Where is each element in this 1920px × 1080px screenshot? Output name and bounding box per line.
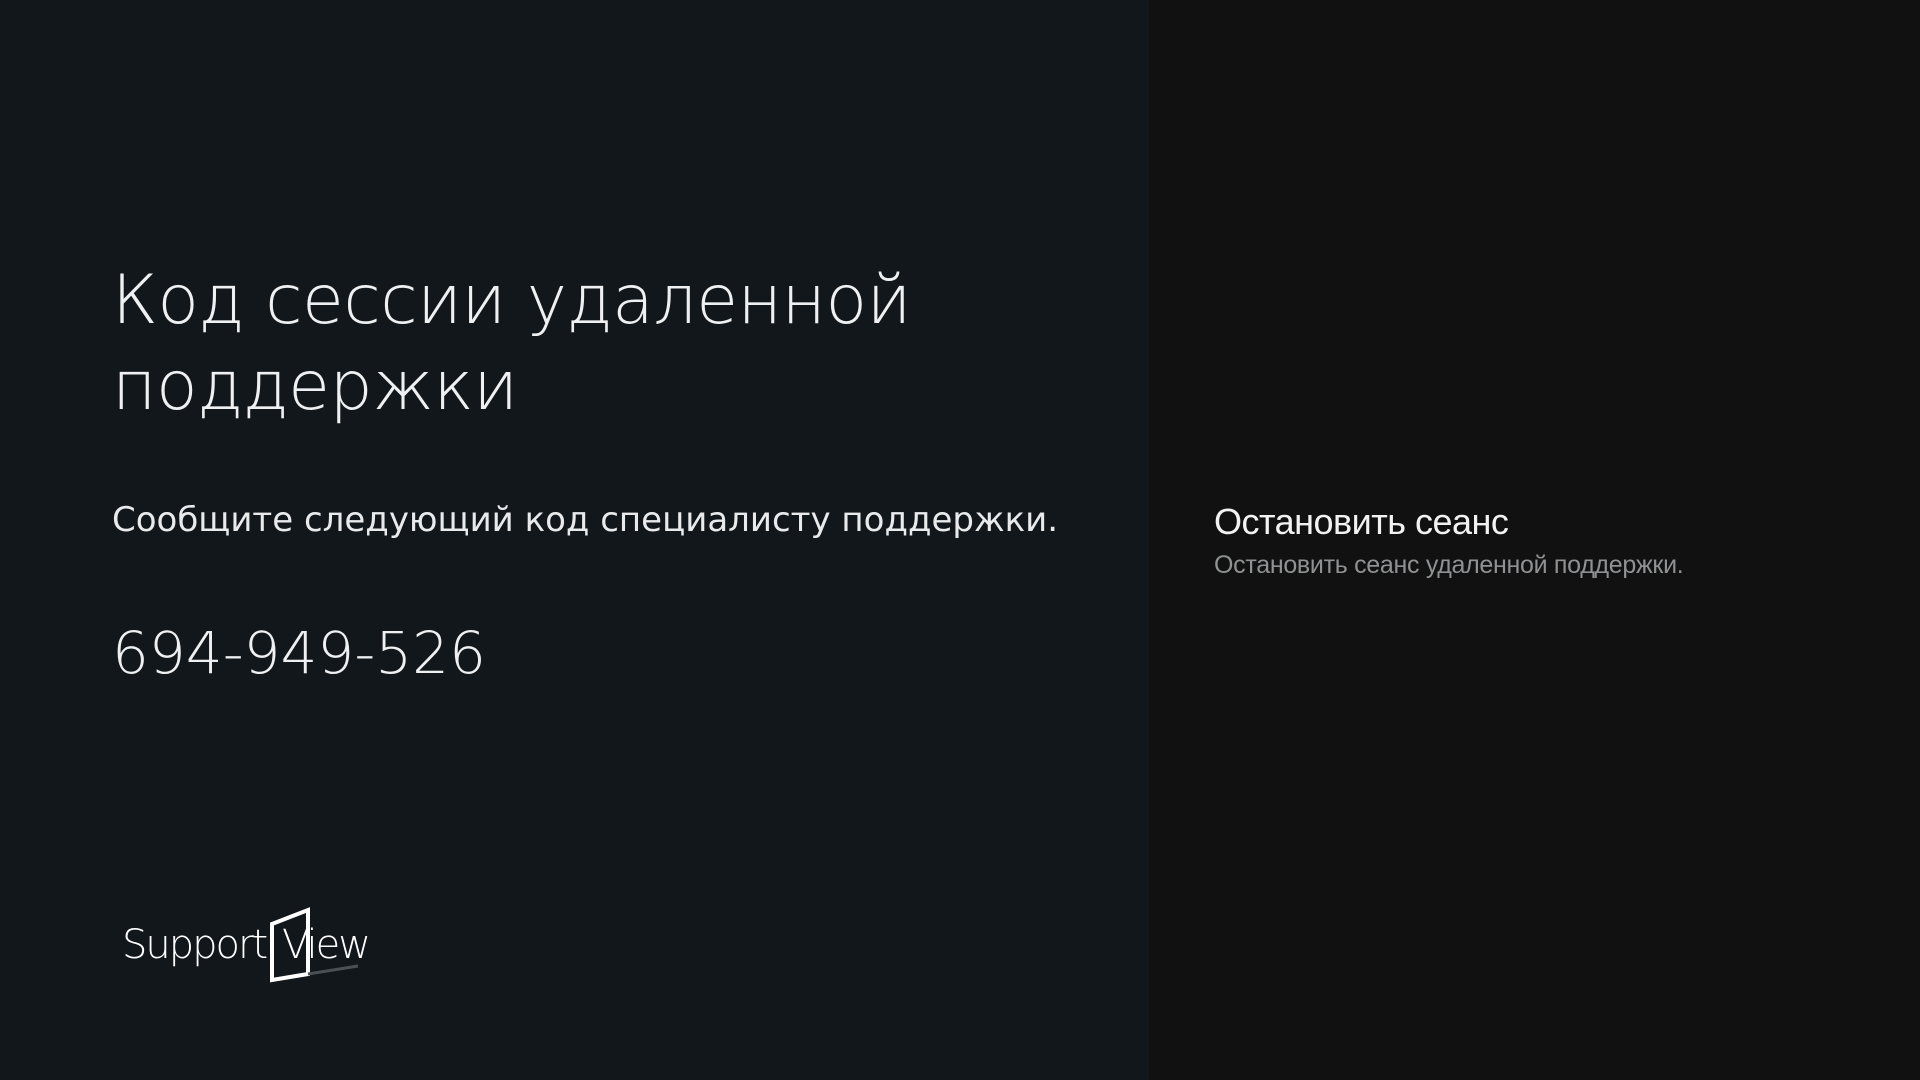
session-code: 694-949-526 [112, 619, 486, 687]
remote-support-screen: Код сессии удаленной поддержки Сообщите … [0, 0, 1920, 1080]
stop-session-title: Остановить сеанс [1214, 501, 1509, 542]
logo-view-text: View [282, 922, 369, 968]
supportview-logo: Support View [122, 907, 371, 983]
page-title: Код сессии удаленной поддержки [112, 261, 911, 426]
instruction-text: Сообщите следующий код специалисту подде… [112, 500, 1059, 540]
session-code-panel: Код сессии удаленной поддержки Сообщите … [0, 0, 1149, 1080]
logo-support-text: Support [122, 922, 266, 968]
stop-session-description: Остановить сеанс удаленной поддержки. [1214, 551, 1684, 579]
stop-session-action[interactable]: Остановить сеанс Остановить сеанс удален… [1214, 496, 1874, 582]
